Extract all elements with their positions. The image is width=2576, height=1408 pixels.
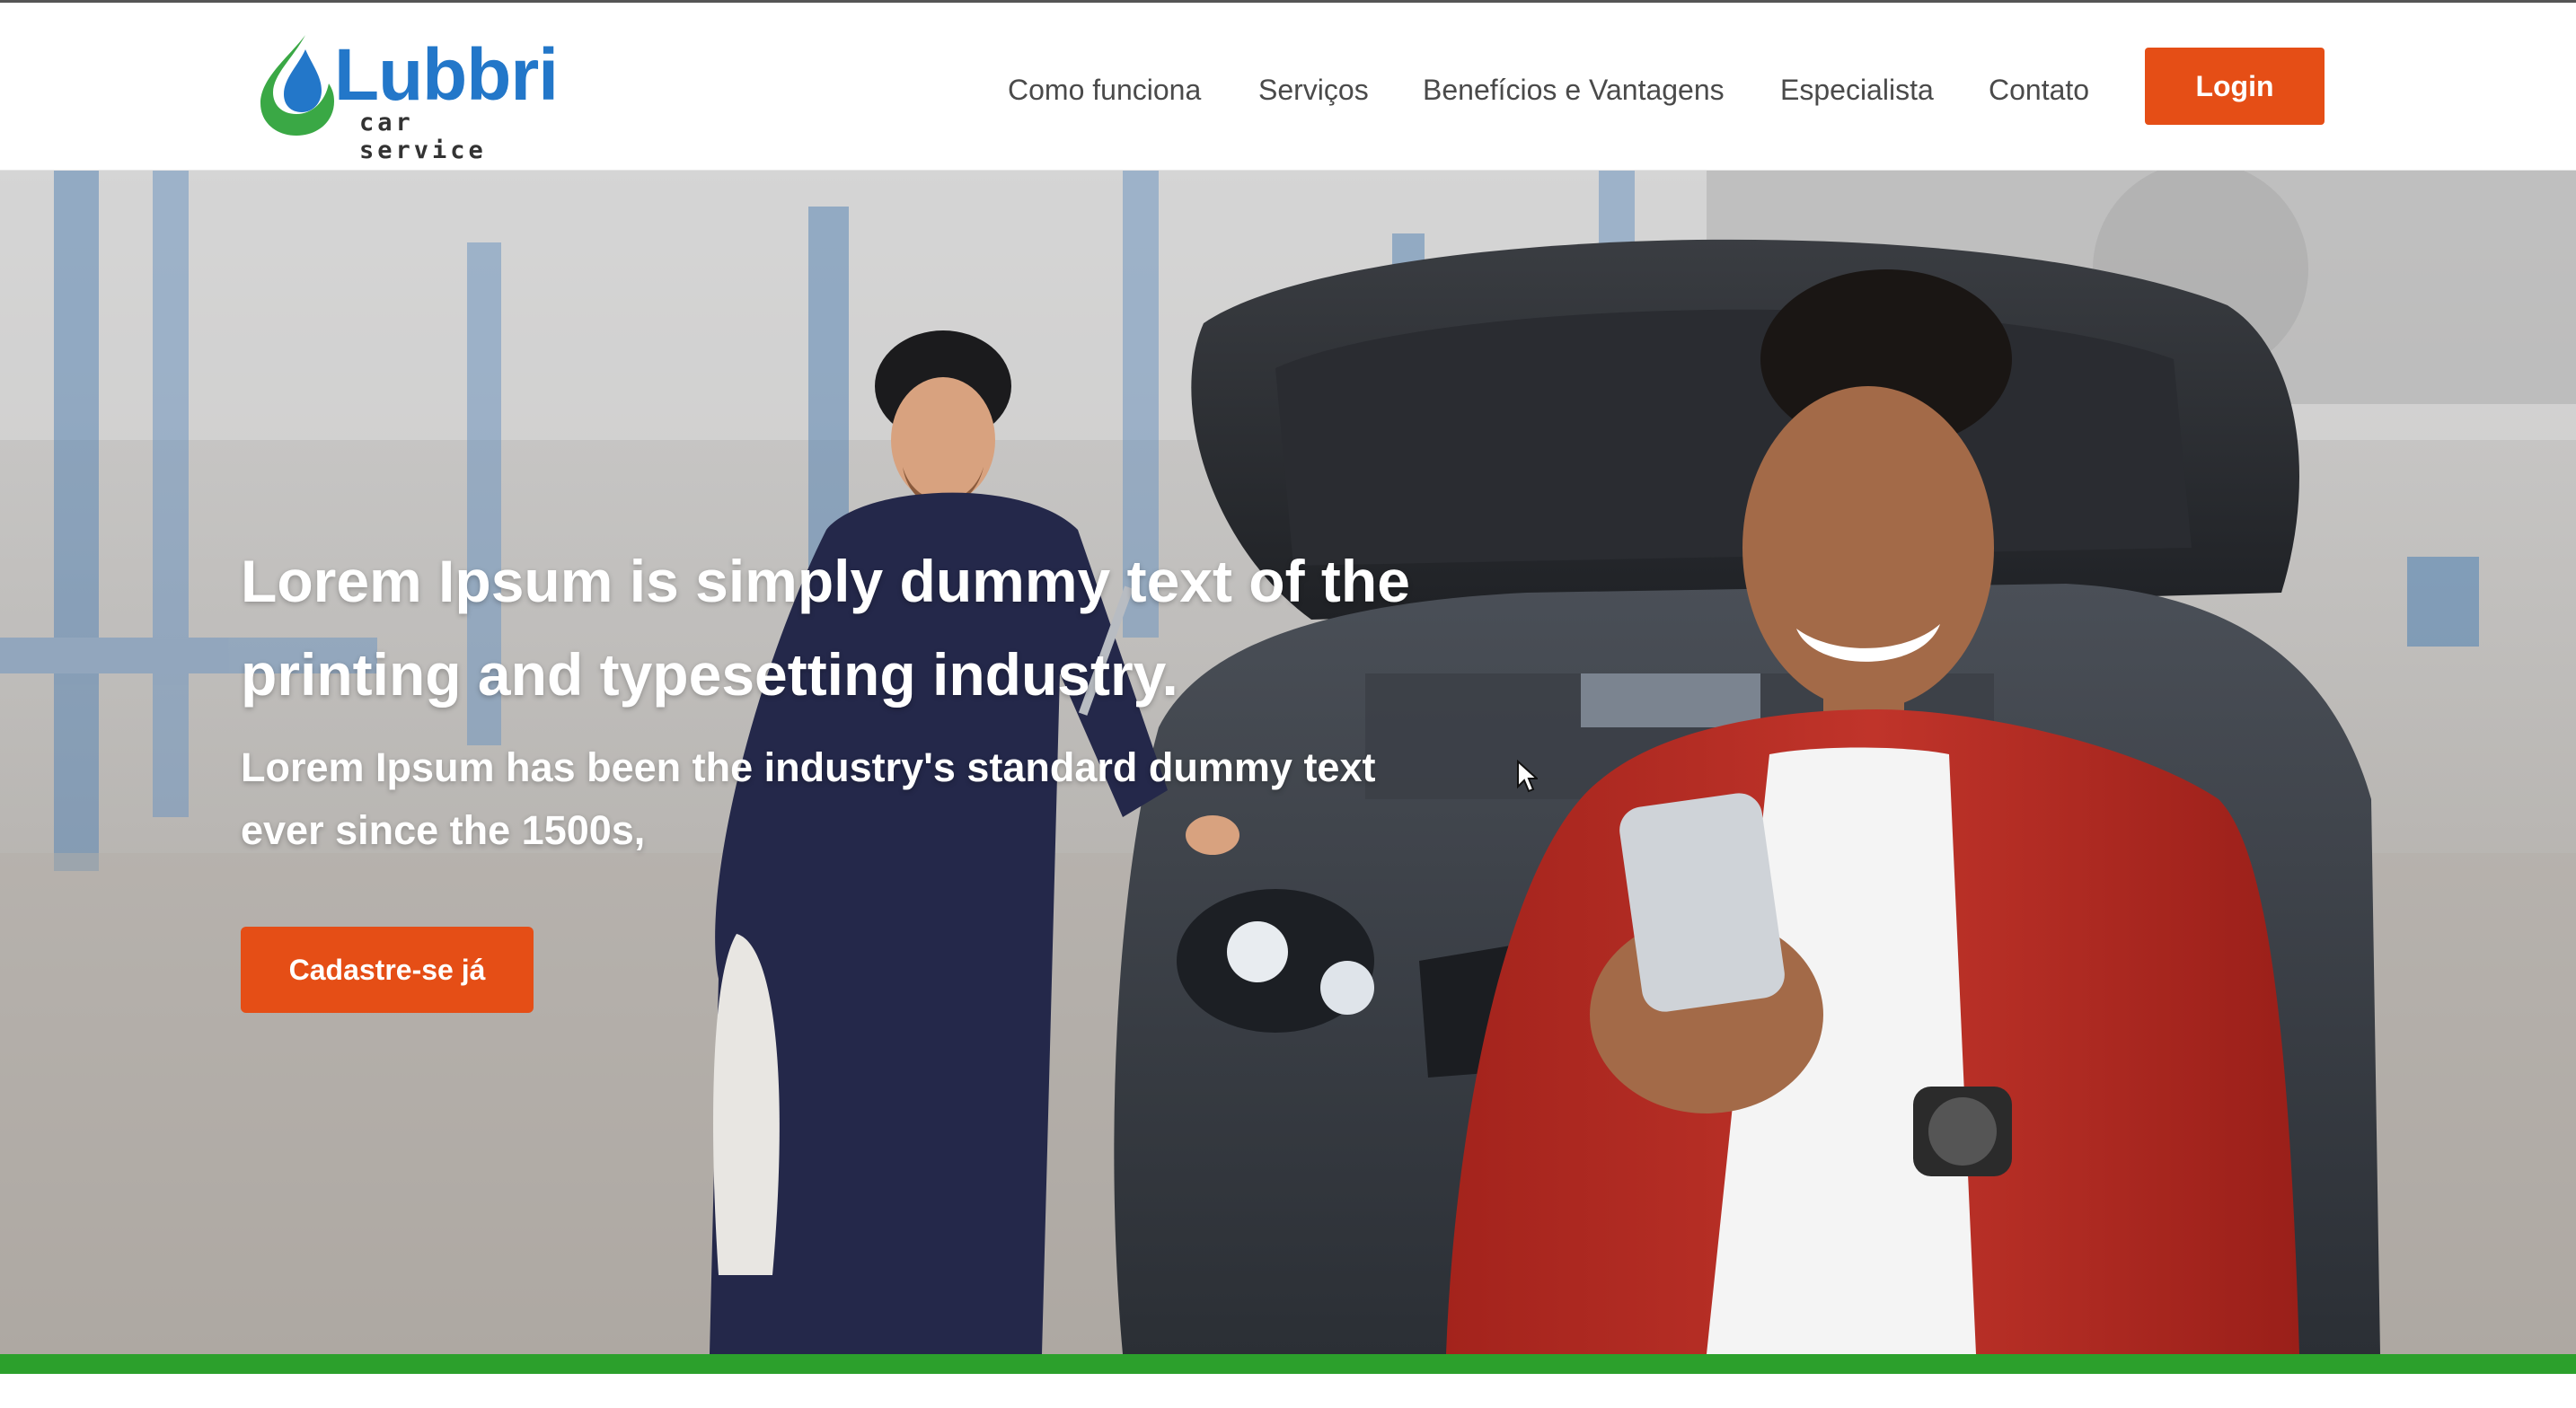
hero-subtitle: Lorem Ipsum has been the industry's stan… (241, 744, 1376, 853)
mouse-pointer-icon (1517, 760, 1538, 793)
login-button[interactable]: Login (2145, 48, 2325, 125)
hero-title: Lorem Ipsum is simply dummy text of the … (241, 548, 1410, 708)
water-drop-icon (260, 35, 334, 136)
hero-section: Lorem Ipsum is simply dummy text of the … (0, 171, 2576, 1354)
nav-item-como-funciona[interactable]: Como funciona (1008, 67, 1201, 112)
site-header: Lubbri car service Como funciona Serviço… (0, 3, 2576, 171)
landing-page: Lubbri car service Como funciona Serviço… (0, 0, 2576, 1408)
nav-item-beneficios[interactable]: Benefícios e Vantagens (1423, 67, 1725, 112)
footer-accent-bar (0, 1354, 2576, 1374)
brand-name: Lubbri (334, 34, 559, 116)
nav-item-servicos[interactable]: Serviços (1258, 67, 1369, 112)
brand-logo[interactable]: Lubbri car service (253, 31, 559, 164)
signup-cta-button[interactable]: Cadastre-se já (241, 927, 534, 1013)
brand-tagline: car service (359, 109, 487, 164)
nav-item-especialista[interactable]: Especialista (1780, 67, 1934, 112)
nav-item-contato[interactable]: Contato (1989, 67, 2089, 112)
